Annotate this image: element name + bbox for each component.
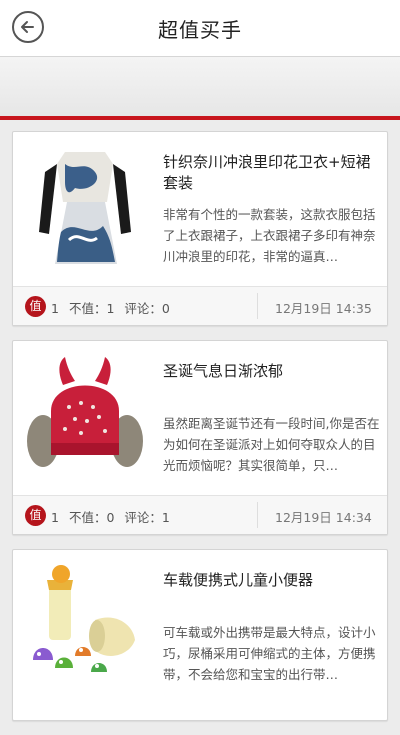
deal-title[interactable]: 圣诞气息日渐浓郁 [163, 361, 379, 382]
deal-description: 非常有个性的一款套装，这款衣服包括了上衣跟裙子，上衣跟裙子多印有神奈川冲浪里的印… [163, 207, 376, 264]
banner-area [0, 57, 400, 118]
worth-count: 1 [51, 301, 59, 316]
deal-footer: 值 1 不值：1 评论：0 12月19日 14:35 [13, 286, 387, 325]
worth-badge[interactable]: 值 [25, 505, 46, 526]
page-title: 超值买手 [158, 18, 242, 42]
comment-count: 评论：1 [124, 510, 170, 525]
divider [257, 293, 258, 319]
accent-divider [0, 116, 400, 120]
deal-card[interactable]: 车载便携式儿童小便器 可车载或外出携带是最大特点，设计小巧，尿桶采用可伸缩式的主… [12, 549, 388, 721]
worth-badge[interactable]: 值 [25, 296, 46, 317]
dress-product-image [39, 152, 131, 264]
top-bar: 超值买手 [0, 0, 400, 57]
timestamp: 12月19日 14:34 [275, 510, 372, 525]
potty-product-image [33, 565, 135, 672]
vote-stats: 1 不值：1 评论：0 [51, 298, 176, 317]
deal-list: 针织奈川冲浪里印花卫衣+短裙套装 非常有个性的一款套装，这款衣服包括了上衣跟裙子… [12, 131, 388, 735]
not-worth-count: 不值：0 [68, 510, 115, 525]
not-worth-count: 不值：1 [68, 301, 115, 316]
knit-hat-product-image [27, 357, 143, 467]
comment-count: 评论：0 [124, 301, 170, 316]
deal-card[interactable]: 圣诞气息日渐浓郁 虽然距离圣诞节还有一段时间,你是否在为如何在圣诞派对上如何夺取… [12, 340, 388, 535]
timestamp: 12月19日 14:35 [275, 301, 372, 316]
deal-title[interactable]: 车载便携式儿童小便器 [163, 570, 379, 591]
divider [257, 502, 258, 528]
deal-footer: 值 1 不值：0 评论：1 12月19日 14:34 [13, 495, 387, 534]
deal-description: 可车载或外出携带是最大特点，设计小巧，尿桶采用可伸缩式的主体，方便携带，不会给您… [163, 625, 376, 682]
deal-description: 虽然距离圣诞节还有一段时间,你是否在为如何在圣诞派对上如何夺取众人的目光而烦恼呢… [163, 416, 380, 473]
deal-card[interactable]: 针织奈川冲浪里印花卫衣+短裙套装 非常有个性的一款套装，这款衣服包括了上衣跟裙子… [12, 131, 388, 326]
vote-stats: 1 不值：0 评论：1 [51, 507, 176, 526]
deal-title[interactable]: 针织奈川冲浪里印花卫衣+短裙套装 [163, 152, 379, 194]
worth-count: 1 [51, 510, 59, 525]
